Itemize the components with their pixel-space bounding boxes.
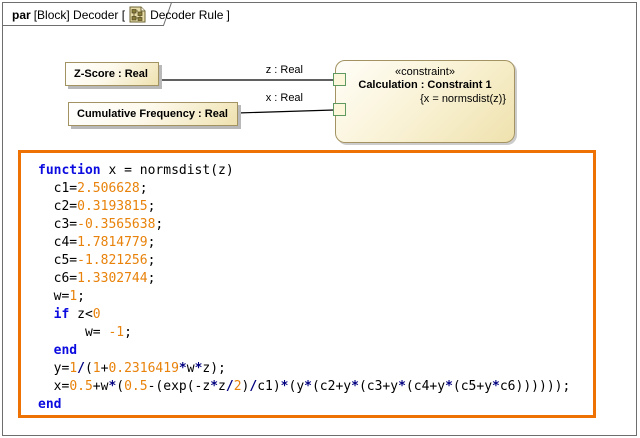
- code-block: function x = normsdist(z) c1=2.506628; c…: [21, 153, 593, 414]
- code-line: x=0.5+w*(0.5-(exp(-z*z/2)/c1)*(y*(c2+y*(…: [38, 378, 589, 396]
- constraint-expression: {x = normsdist(z)}: [336, 93, 514, 105]
- code-line: if z<0: [38, 306, 589, 324]
- constraint-name: Calculation : Constraint 1: [336, 79, 514, 91]
- code-line: c3=-0.3565638;: [38, 216, 589, 234]
- code-line: function x = normsdist(z): [38, 162, 589, 180]
- constraint-stereotype: «constraint»: [336, 66, 514, 78]
- port-label-x: x : Real: [243, 92, 303, 104]
- code-line: c6=1.3302744;: [38, 270, 589, 288]
- constraint-property-block[interactable]: «constraint» Calculation : Constraint 1 …: [335, 60, 515, 143]
- parametric-diagram-canvas: par [Block] Decoder [ Decoder Rule ] Z-S…: [0, 0, 640, 438]
- code-line: c1=2.506628;: [38, 180, 589, 198]
- constraint-code-box[interactable]: function x = normsdist(z) c1=2.506628; c…: [18, 150, 596, 418]
- diagram-context-label: [Block] Decoder [: [34, 8, 125, 22]
- diagram-bracket-close: ]: [226, 8, 229, 22]
- code-line: w= -1;: [38, 324, 589, 342]
- diagram-kind-label: par: [12, 8, 31, 22]
- port-label-z: z : Real: [243, 64, 303, 76]
- code-line: c4=1.7814779;: [38, 234, 589, 252]
- param-block-label: Z-Score : Real: [74, 68, 148, 80]
- diagram-tab[interactable]: par [Block] Decoder [ Decoder Rule ]: [12, 6, 230, 23]
- code-line: end: [38, 396, 589, 414]
- param-block-z-score[interactable]: Z-Score : Real: [65, 62, 159, 86]
- param-block-label: Cumulative Frequency : Real: [77, 108, 228, 120]
- param-block-cumulative-frequency[interactable]: Cumulative Frequency : Real: [68, 102, 238, 126]
- connector-x[interactable]: [237, 110, 334, 113]
- code-line: w=1;: [38, 288, 589, 306]
- code-line: y=1/(1+0.2316419*w*z);: [38, 360, 589, 378]
- code-line: c2=0.3193815;: [38, 198, 589, 216]
- constraint-port-z[interactable]: [333, 73, 346, 86]
- constraint-port-x[interactable]: [333, 103, 346, 116]
- diagram-name-label: Decoder Rule: [150, 8, 223, 22]
- code-line: end: [38, 342, 589, 360]
- parametric-diagram-icon: [129, 6, 146, 23]
- code-line: c5=-1.821256;: [38, 252, 589, 270]
